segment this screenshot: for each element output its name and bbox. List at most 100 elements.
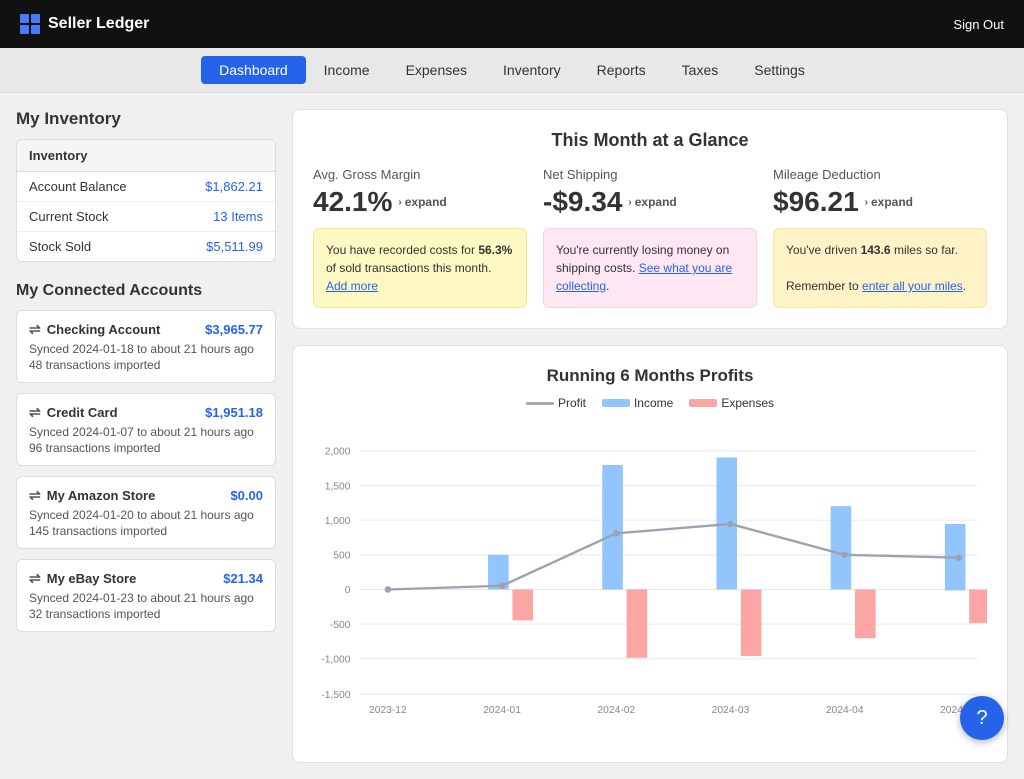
svg-text:500: 500 (333, 551, 350, 562)
profit-dot-4 (841, 552, 848, 559)
credit-sync: Synced 2024-01-07 to about 21 hours ago (29, 425, 263, 439)
account-header: ⇌ My eBay Store $21.34 (29, 570, 263, 587)
alert-bold: 56.3% (478, 243, 512, 257)
row-label: Stock Sold (29, 239, 91, 254)
nav-taxes[interactable]: Taxes (664, 56, 737, 84)
sidebar: My Inventory Inventory Account Balance $… (16, 109, 276, 763)
ebay-transactions: 32 transactions imported (29, 607, 263, 621)
ebay-account-value[interactable]: $21.34 (223, 571, 263, 586)
inventory-table-header: Inventory (17, 140, 275, 172)
enter-miles-link[interactable]: enter all your miles (862, 279, 963, 293)
inventory-table: Inventory Account Balance $1,862.21 Curr… (16, 139, 276, 262)
svg-text:2024-02: 2024-02 (597, 705, 635, 716)
ebay-account-label: My eBay Store (47, 571, 137, 586)
account-card-credit: ⇌ Credit Card $1,951.18 Synced 2024-01-0… (16, 393, 276, 466)
profit-dot-1 (499, 582, 506, 589)
table-row: Account Balance $1,862.21 (17, 172, 275, 202)
chart-area: .axis-label { font-size: 11px; fill: #88… (313, 422, 987, 742)
connected-accounts-title: My Connected Accounts (16, 282, 276, 300)
expense-bar-1 (512, 589, 533, 620)
profit-dot-3 (727, 521, 734, 528)
margin-value: 42.1% › expand (313, 186, 527, 218)
sign-out-button[interactable]: Sign Out (953, 17, 1004, 32)
mileage-expand-btn[interactable]: › expand (865, 195, 913, 209)
expense-bar-4 (855, 589, 876, 638)
add-more-link[interactable]: Add more (326, 279, 378, 293)
credit-account-value[interactable]: $1,951.18 (205, 405, 263, 420)
nav-inventory[interactable]: Inventory (485, 56, 579, 84)
nav-settings[interactable]: Settings (736, 56, 823, 84)
account-header: ⇌ Credit Card $1,951.18 (29, 404, 263, 421)
credit-transactions: 96 transactions imported (29, 441, 263, 455)
svg-text:-1,500: -1,500 (321, 690, 350, 701)
table-row: Current Stock 13 Items (17, 202, 275, 232)
margin-expand-btn[interactable]: › expand (398, 195, 446, 209)
income-bar-icon (602, 399, 630, 407)
account-card-ebay: ⇌ My eBay Store $21.34 Synced 2024-01-23… (16, 559, 276, 632)
svg-text:2,000: 2,000 (325, 447, 351, 458)
income-bar-4 (831, 506, 852, 589)
account-card-amazon: ⇌ My Amazon Store $0.00 Synced 2024-01-2… (16, 476, 276, 549)
account-name: ⇌ My eBay Store (29, 570, 136, 587)
svg-text:2024-01: 2024-01 (483, 705, 521, 716)
account-header: ⇌ Checking Account $3,965.77 (29, 321, 263, 338)
svg-text:-500: -500 (330, 620, 351, 631)
chat-icon: ? (976, 707, 987, 730)
svg-text:-1,000: -1,000 (321, 655, 350, 666)
shipping-expand-btn[interactable]: › expand (628, 195, 676, 209)
shipping-value: -$9.34 › expand (543, 186, 757, 218)
glance-col-margin: Avg. Gross Margin 42.1% › expand You hav… (313, 167, 527, 308)
expense-bar-3 (741, 589, 762, 655)
stock-sold-link[interactable]: $5,511.99 (206, 239, 263, 254)
account-name: ⇌ Credit Card (29, 404, 118, 421)
amazon-sync: Synced 2024-01-20 to about 21 hours ago (29, 508, 263, 522)
chart-card: Running 6 Months Profits Profit Income E… (292, 345, 1008, 763)
nav-income[interactable]: Income (306, 56, 388, 84)
alert-text-mid: of sold transactions this month. (326, 261, 491, 275)
checking-account-value[interactable]: $3,965.77 (205, 322, 263, 337)
legend-expenses: Expenses (689, 396, 774, 410)
nav-reports[interactable]: Reports (579, 56, 664, 84)
nav-dashboard[interactable]: Dashboard (201, 56, 306, 84)
app-title: Seller Ledger (48, 15, 149, 33)
amazon-transactions: 145 transactions imported (29, 524, 263, 538)
table-row: Stock Sold $5,511.99 (17, 232, 275, 261)
glance-grid: Avg. Gross Margin 42.1% › expand You hav… (313, 167, 987, 308)
shipping-alert: You're currently losing money on shippin… (543, 228, 757, 308)
main-content: This Month at a Glance Avg. Gross Margin… (276, 109, 1008, 763)
account-card-checking: ⇌ Checking Account $3,965.77 Synced 2024… (16, 310, 276, 383)
svg-text:2023-12: 2023-12 (369, 705, 407, 716)
chevron-right-icon: › (865, 197, 868, 208)
svg-text:1,000: 1,000 (325, 516, 351, 527)
checking-sync: Synced 2024-01-18 to about 21 hours ago (29, 342, 263, 356)
chevron-right-icon: › (628, 197, 631, 208)
secondary-nav: Dashboard Income Expenses Inventory Repo… (0, 48, 1024, 93)
ebay-sync: Synced 2024-01-23 to about 21 hours ago (29, 591, 263, 605)
profit-line-icon (526, 402, 554, 405)
profit-line (388, 524, 959, 590)
account-name: ⇌ My Amazon Store (29, 487, 155, 504)
margin-alert: You have recorded costs for 56.3% of sol… (313, 228, 527, 308)
support-fab[interactable]: ? (960, 696, 1004, 740)
inventory-section-title: My Inventory (16, 109, 276, 129)
current-stock-link[interactable]: 13 Items (213, 209, 263, 224)
transfer-icon: ⇌ (29, 570, 41, 587)
glance-col-shipping: Net Shipping -$9.34 › expand You're curr… (543, 167, 757, 308)
nav-expenses[interactable]: Expenses (388, 56, 485, 84)
expense-bar-5 (969, 589, 987, 623)
legend-profit: Profit (526, 396, 586, 410)
expenses-bar-icon (689, 399, 717, 407)
expense-bar-2 (627, 589, 648, 657)
svg-text:2024-03: 2024-03 (712, 705, 750, 716)
amazon-account-value[interactable]: $0.00 (230, 488, 263, 503)
svg-text:1,500: 1,500 (325, 481, 351, 492)
account-balance-link[interactable]: $1,862.21 (205, 179, 263, 194)
chart-title: Running 6 Months Profits (313, 366, 987, 386)
chevron-right-icon: › (398, 197, 401, 208)
profit-dot-2 (613, 530, 620, 537)
account-name: ⇌ Checking Account (29, 321, 160, 338)
miles-bold: 143.6 (861, 243, 891, 257)
profit-dot-5 (956, 554, 963, 561)
alert-text-pre: You have recorded costs for (326, 243, 478, 257)
mileage-alert: You've driven 143.6 miles so far. Rememb… (773, 228, 987, 308)
